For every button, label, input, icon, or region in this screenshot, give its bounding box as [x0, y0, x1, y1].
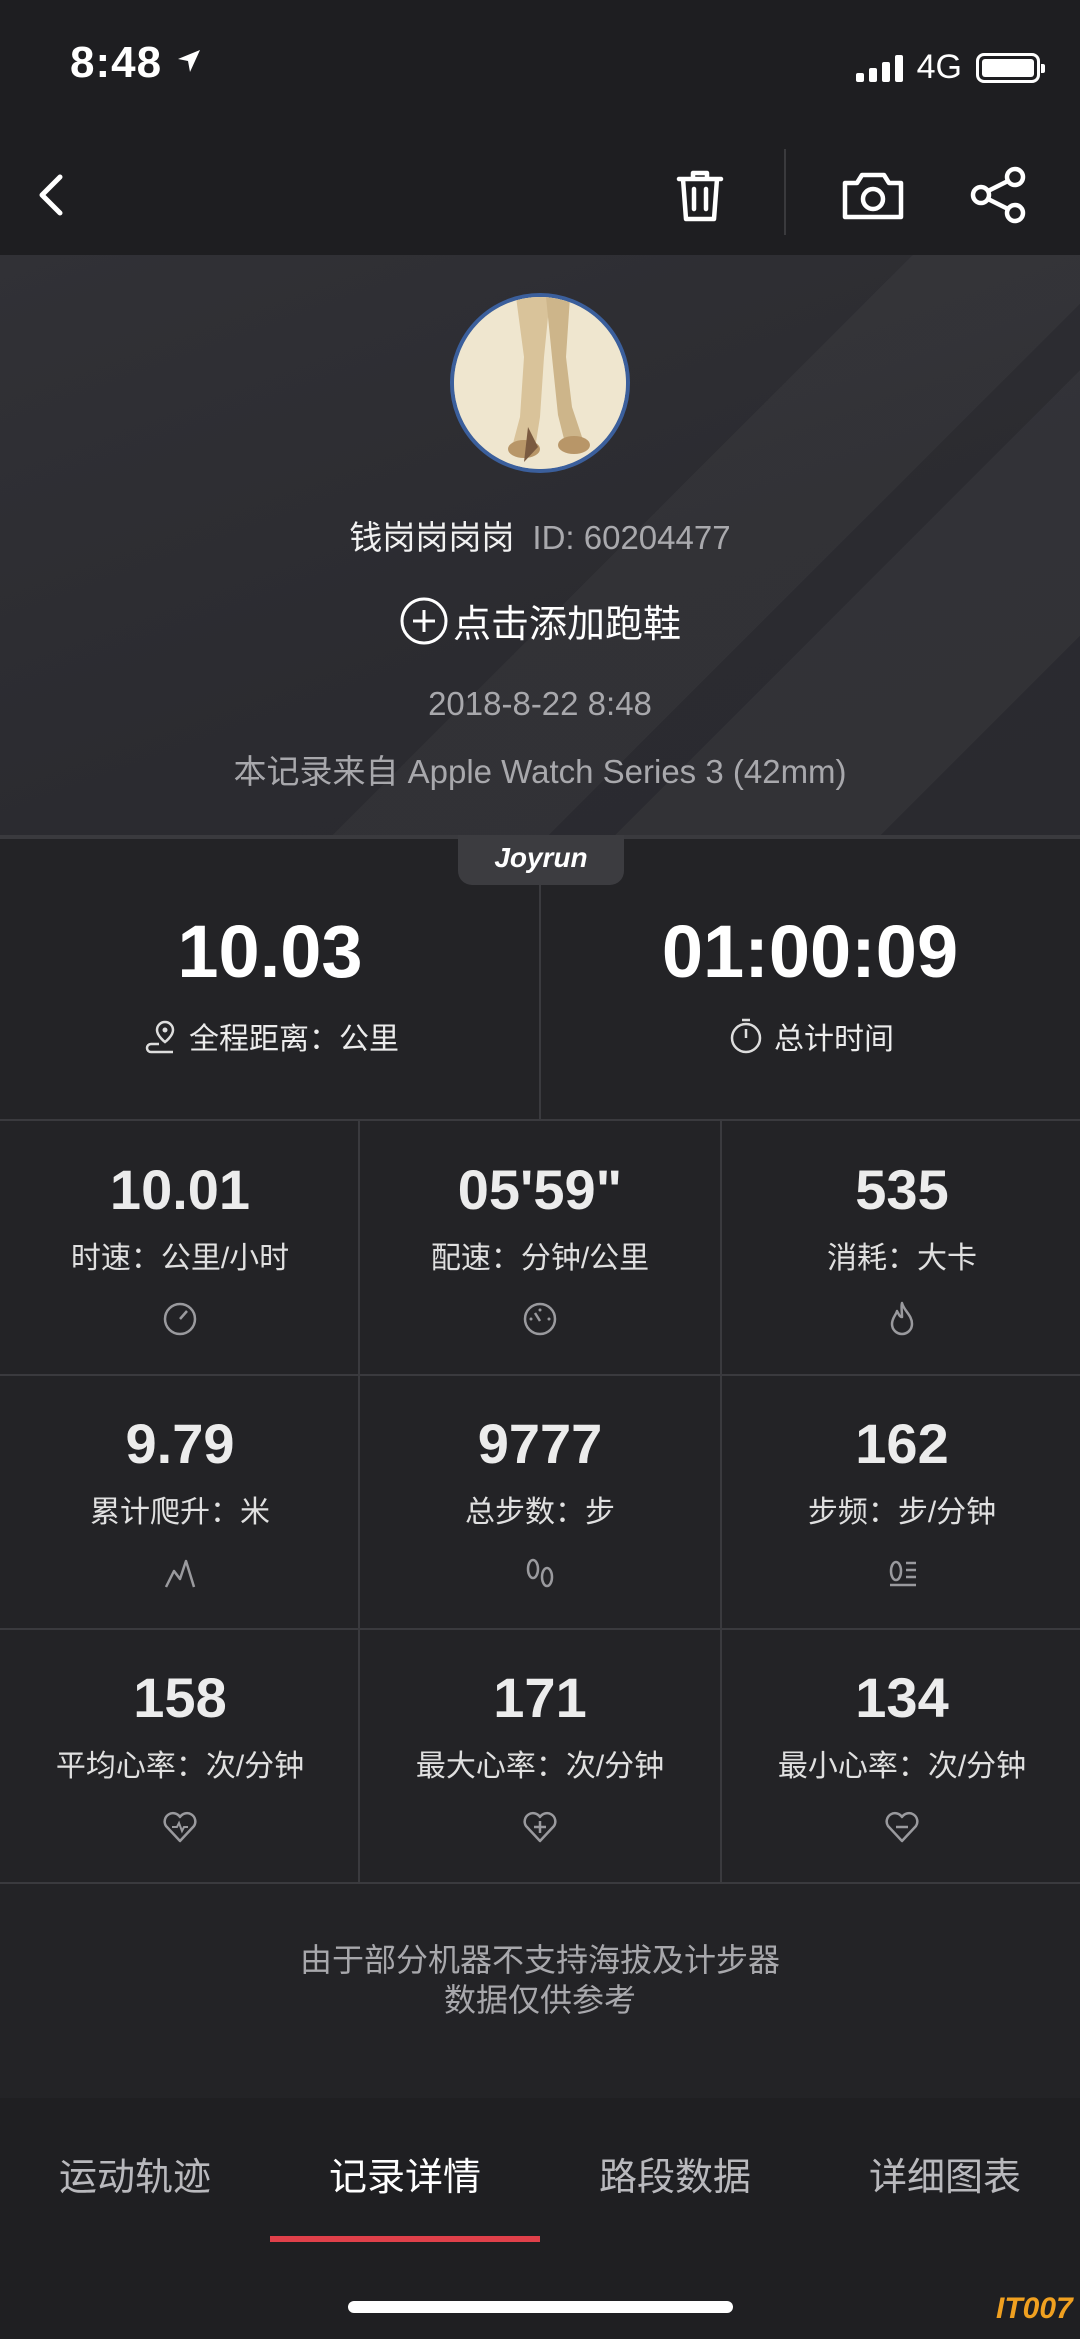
- add-shoes-label: 点击添加跑鞋: [452, 604, 681, 646]
- share-icon[interactable]: [963, 157, 1035, 233]
- calories-stat: 535 消耗：大卡: [722, 1121, 1080, 1375]
- status-bar: 8:48 4G: [0, 0, 1080, 135]
- duration-label: 总计时间: [774, 1023, 894, 1056]
- record-date: 2018-8-22 8:48: [428, 685, 652, 722]
- avatar[interactable]: [450, 293, 630, 473]
- stats-grid: 10.01 时速：公里/小时 05'59" 配速：分钟/公里 535 消耗：大卡…: [0, 1121, 1080, 1884]
- pace-gauge-icon: [523, 1302, 557, 1336]
- climb-value: 9.79: [125, 1412, 235, 1475]
- add-shoes-button[interactable]: 点击添加跑鞋: [0, 593, 1080, 648]
- disclaimer-line-1: 由于部分机器不支持海拔及计步器: [299, 1942, 780, 1978]
- plus-circle-icon: [400, 597, 448, 644]
- steps-label: 总步数：步: [465, 1496, 615, 1529]
- speed-value: 10.01: [109, 1158, 251, 1221]
- max-heart-rate-label: 最大心率：次/分钟: [415, 1750, 665, 1783]
- active-tab-indicator: [270, 2236, 540, 2242]
- duration-stat: 01:00:09 总计时间: [540, 839, 1080, 1119]
- battery-icon: [976, 52, 1045, 83]
- user-id: ID: 60204477: [532, 519, 731, 556]
- climb-icon: [164, 1559, 196, 1588]
- location-arrow-icon: [178, 50, 200, 72]
- speed-label: 时速：公里/小时: [70, 1242, 290, 1275]
- heart-max-icon: [523, 1812, 557, 1843]
- disclaimer-line-2: 数据仅供参考: [443, 1982, 636, 2018]
- status-time: 8:48: [70, 38, 163, 87]
- climb-label: 累计爬升：米: [90, 1496, 270, 1529]
- min-heart-rate-value: 134: [855, 1666, 949, 1729]
- cadence-value: 162: [855, 1412, 949, 1475]
- flame-icon: [890, 1301, 914, 1336]
- avg-heart-rate-label: 平均心率：次/分钟: [55, 1750, 305, 1783]
- max-heart-rate-value: 171: [493, 1666, 587, 1729]
- network-type: 4G: [916, 48, 962, 86]
- pace-value: 05'59": [457, 1158, 623, 1221]
- trash-icon[interactable]: [665, 157, 735, 233]
- username: 钱岗岗岗岗: [349, 519, 515, 556]
- pace-stat: 05'59" 配速：分钟/公里: [360, 1121, 720, 1375]
- footprints-icon: [526, 1558, 554, 1588]
- duration-value: 01:00:09: [661, 910, 959, 993]
- profile-section: 钱岗岗岗岗 ID: 60204477 点击添加跑鞋 2018-8-22 8:48 …: [0, 255, 1080, 835]
- tab-charts[interactable]: 详细图表: [810, 2146, 1080, 2201]
- home-indicator[interactable]: [348, 2301, 733, 2313]
- calories-value: 535: [855, 1158, 949, 1221]
- heart-avg-icon: [163, 1812, 197, 1843]
- min-heart-rate-stat: 134 最小心率：次/分钟: [722, 1629, 1080, 1883]
- record-source: 本记录来自 Apple Watch Series 3 (42mm): [233, 753, 847, 790]
- stopwatch-icon: [730, 1018, 762, 1054]
- route-icon: [145, 1020, 175, 1054]
- signal-icon: [855, 54, 903, 82]
- cadence-label: 步频：步/分钟: [807, 1496, 997, 1529]
- back-icon[interactable]: [30, 157, 100, 233]
- pace-label: 配速：分钟/公里: [430, 1242, 650, 1275]
- brand-tab: Joyrun: [458, 835, 624, 885]
- tab-record-details[interactable]: 记录详情: [270, 2146, 540, 2201]
- avg-heart-rate-value: 158: [133, 1666, 227, 1729]
- speedometer-icon: [163, 1302, 197, 1336]
- cadence-icon: [889, 1560, 916, 1587]
- heart-min-icon: [885, 1812, 919, 1843]
- steps-value: 9777: [477, 1412, 603, 1475]
- max-heart-rate-stat: 171 最大心率：次/分钟: [360, 1629, 720, 1883]
- tab-track[interactable]: 运动轨迹: [0, 2146, 270, 2201]
- tab-segments[interactable]: 路段数据: [540, 2146, 810, 2201]
- cadence-stat: 162 步频：步/分钟: [722, 1375, 1080, 1629]
- steps-stat: 9777 总步数：步: [360, 1375, 720, 1629]
- distance-stat: 10.03 全程距离：公里: [0, 839, 540, 1119]
- min-heart-rate-label: 最小心率：次/分钟: [777, 1750, 1027, 1783]
- distance-label: 全程距离：公里: [189, 1023, 399, 1056]
- calories-label: 消耗：大卡: [827, 1242, 977, 1275]
- watermark-logo: IT007: [996, 2292, 1073, 2325]
- speed-stat: 10.01 时速：公里/小时: [0, 1121, 360, 1375]
- disclaimer: 由于部分机器不支持海拔及计步器 数据仅供参考: [0, 1940, 1080, 2020]
- username-row: 钱岗岗岗岗 ID: 60204477: [0, 511, 1080, 559]
- avg-heart-rate-stat: 158 平均心率：次/分钟: [0, 1629, 360, 1883]
- nav-divider: [784, 149, 786, 235]
- camera-icon[interactable]: [835, 157, 911, 233]
- distance-value: 10.03: [177, 910, 363, 993]
- nav-bar: [0, 135, 1080, 255]
- climb-stat: 9.79 累计爬升：米: [0, 1375, 360, 1629]
